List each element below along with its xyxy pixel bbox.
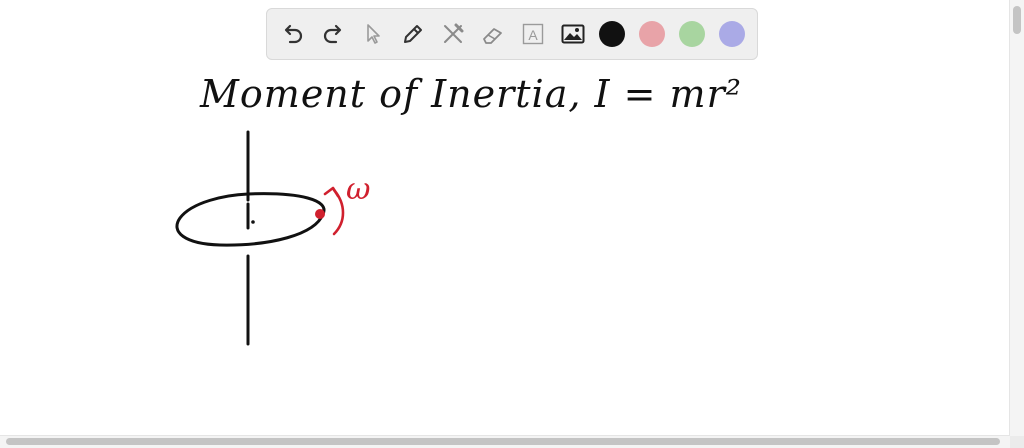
pencil-icon <box>404 25 422 43</box>
vertical-scroll-thumb[interactable] <box>1013 6 1021 34</box>
color-swatch-purple[interactable] <box>719 21 745 47</box>
point-mass <box>315 209 325 219</box>
horizontal-scroll-thumb[interactable] <box>6 438 1000 445</box>
color-swatch-black[interactable] <box>599 21 625 47</box>
tools-icon <box>444 23 464 43</box>
horizontal-scrollbar[interactable] <box>0 435 1010 448</box>
rotation-arrowhead <box>323 186 340 198</box>
drawing-toolbar: A <box>266 8 758 60</box>
drawing-canvas[interactable] <box>0 64 1010 436</box>
text-button[interactable]: A <box>519 20 547 48</box>
undo-icon <box>284 24 303 44</box>
undo-button[interactable] <box>279 20 307 48</box>
eraser-button[interactable] <box>479 20 507 48</box>
vertical-scrollbar[interactable] <box>1009 0 1024 448</box>
text-icon: A <box>522 23 544 45</box>
rotating-ring <box>175 192 326 247</box>
svg-text:A: A <box>528 27 538 43</box>
tools-button[interactable] <box>439 20 467 48</box>
select-pointer-icon <box>367 24 380 44</box>
redo-icon <box>323 24 342 44</box>
scrollbar-corner <box>1010 436 1024 448</box>
axis-center-dot <box>251 220 255 224</box>
redo-button[interactable] <box>319 20 347 48</box>
image-icon <box>561 24 585 44</box>
eraser-icon <box>483 28 502 44</box>
color-swatch-red[interactable] <box>639 21 665 47</box>
color-swatch-green[interactable] <box>679 21 705 47</box>
omega-label: ω <box>346 172 371 207</box>
image-button[interactable] <box>559 20 587 48</box>
pencil-button[interactable] <box>399 20 427 48</box>
select-button[interactable] <box>359 20 387 48</box>
